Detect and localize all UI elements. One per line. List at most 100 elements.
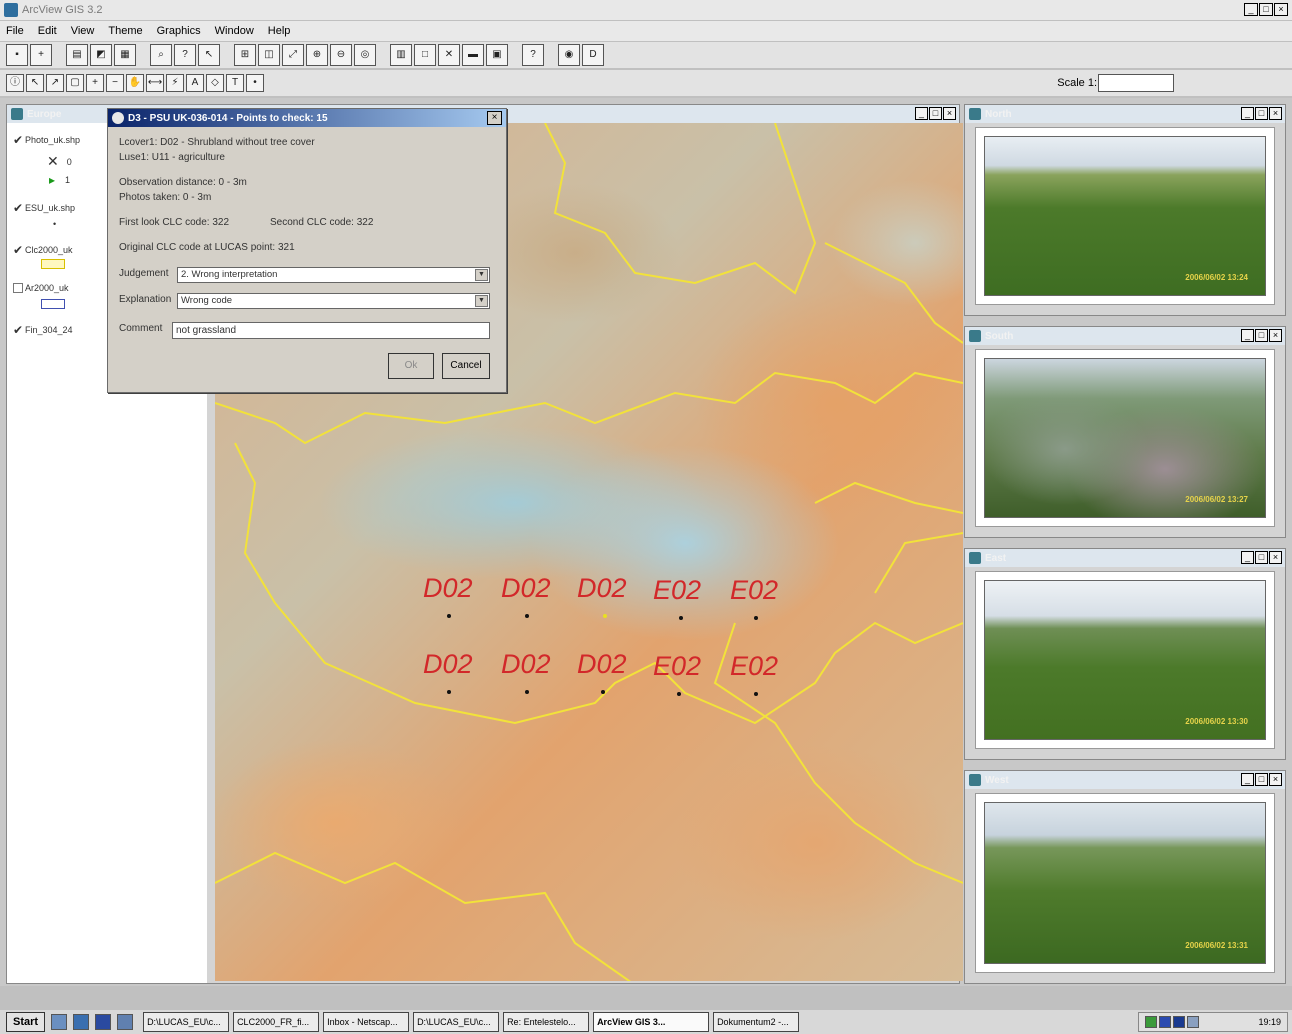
menu-file[interactable]: File [6, 25, 24, 37]
tray-app-icon[interactable] [1145, 1016, 1157, 1028]
taskbar-item[interactable]: Dokumentum2 -... [713, 1012, 800, 1032]
scale-input[interactable] [1098, 74, 1174, 92]
checkbox-checked-icon[interactable]: ✔ [13, 243, 25, 257]
layout-icon[interactable]: ▣ [486, 44, 508, 66]
desktop-icon[interactable] [51, 1014, 68, 1030]
photo-titlebar[interactable]: East [965, 549, 1285, 567]
photo-titlebar[interactable]: West [965, 771, 1285, 789]
taskbar-item[interactable]: D:\LUCAS_EU\c... [143, 1012, 230, 1032]
help-icon[interactable]: ? [522, 44, 544, 66]
delete-icon[interactable]: ✕ [438, 44, 460, 66]
close-icon[interactable]: × [1269, 329, 1282, 342]
minimize-icon[interactable]: _ [1241, 329, 1254, 342]
toc-layer-fin[interactable]: ✔ Fin_304_24 [13, 323, 73, 337]
close-icon[interactable]: × [1274, 3, 1288, 16]
hotlink-icon[interactable]: ⚡ [166, 74, 184, 92]
taskbar-item[interactable]: Re: Entelestelo... [503, 1012, 590, 1032]
measure-icon[interactable]: ⟷ [146, 74, 164, 92]
minimize-icon[interactable]: _ [1241, 551, 1254, 564]
taskbar-item[interactable]: D:\LUCAS_EU\c... [413, 1012, 500, 1032]
close-icon[interactable]: × [1269, 107, 1282, 120]
minimize-icon[interactable]: _ [915, 107, 928, 120]
menu-window[interactable]: Window [215, 25, 254, 37]
taskbar-item[interactable]: Inbox - Netscap... [323, 1012, 410, 1032]
maximize-icon[interactable]: □ [1255, 107, 1268, 120]
checkbox-checked-icon[interactable]: ✔ [13, 323, 25, 337]
select-feature-icon[interactable]: ▢ [66, 74, 84, 92]
tray-app-icon[interactable] [1159, 1016, 1171, 1028]
open-table-icon[interactable]: ▦ [114, 44, 136, 66]
script-icon[interactable]: ◉ [558, 44, 580, 66]
close-icon[interactable]: × [1269, 551, 1282, 564]
add-theme-icon[interactable]: + [30, 44, 52, 66]
menu-theme[interactable]: Theme [108, 25, 142, 37]
select-by-theme-icon[interactable]: ▥ [390, 44, 412, 66]
identify-icon[interactable]: ⓘ [6, 74, 24, 92]
start-button[interactable]: Start [6, 1012, 46, 1032]
theme-properties-icon[interactable]: ▤ [66, 44, 88, 66]
d-button-icon[interactable]: D [582, 44, 604, 66]
locate-address-icon[interactable]: ↖ [198, 44, 220, 66]
minimize-icon[interactable]: _ [1241, 107, 1254, 120]
promote-icon[interactable]: ▬ [462, 44, 484, 66]
browser-icon[interactable] [73, 1014, 90, 1030]
close-icon[interactable]: × [487, 111, 502, 125]
toc-layer-esu[interactable]: ✔ ESU_uk.shp [13, 201, 75, 215]
zoom-out-tool-icon[interactable]: − [106, 74, 124, 92]
photo-titlebar[interactable]: North [965, 105, 1285, 123]
menu-graphics[interactable]: Graphics [157, 25, 201, 37]
pointer-icon[interactable]: ↖ [26, 74, 44, 92]
checkbox-checked-icon[interactable]: ✔ [13, 201, 25, 215]
vertex-edit-icon[interactable]: ↗ [46, 74, 64, 92]
edit-legend-icon[interactable]: ◩ [90, 44, 112, 66]
zoom-selected-icon[interactable]: ⤢ [282, 44, 304, 66]
taskbar-item[interactable]: CLC2000_FR_fi... [233, 1012, 320, 1032]
menu-edit[interactable]: Edit [38, 25, 57, 37]
zoom-in-tool-icon[interactable]: + [86, 74, 104, 92]
menu-help[interactable]: Help [268, 25, 291, 37]
draw-dropdown-icon[interactable]: • [246, 74, 264, 92]
checkbox-unchecked-icon[interactable] [13, 283, 23, 293]
close-icon[interactable]: × [1269, 773, 1282, 786]
toc-layer-clc2000[interactable]: ✔ Clc2000_uk [13, 243, 73, 257]
clear-selection-icon[interactable]: □ [414, 44, 436, 66]
save-icon[interactable]: ▪ [6, 44, 28, 66]
toc-layer-ar2000[interactable]: Ar2000_uk [13, 283, 69, 293]
tray-app-icon[interactable] [1173, 1016, 1185, 1028]
query-icon[interactable]: ? [174, 44, 196, 66]
menu-view[interactable]: View [71, 25, 95, 37]
text-tool-icon[interactable]: T [226, 74, 244, 92]
mail-icon[interactable] [117, 1014, 134, 1030]
app-quicklaunch-icon[interactable] [95, 1014, 112, 1030]
zoom-full-icon[interactable]: ⊞ [234, 44, 256, 66]
label-icon[interactable]: A [186, 74, 204, 92]
photo-titlebar[interactable]: South [965, 327, 1285, 345]
minimize-icon[interactable]: _ [1241, 773, 1254, 786]
ok-button[interactable]: Ok [388, 353, 434, 379]
maximize-icon[interactable]: □ [1255, 551, 1268, 564]
comment-input[interactable]: not grassland [172, 322, 490, 339]
minimize-icon[interactable]: _ [1244, 3, 1258, 16]
zoom-active-icon[interactable]: ◫ [258, 44, 280, 66]
pan-icon[interactable]: ✋ [126, 74, 144, 92]
explanation-select[interactable]: Wrong code ▼ [177, 293, 490, 309]
taskbar-item-active[interactable]: ArcView GIS 3... [593, 1012, 710, 1032]
chevron-down-icon[interactable]: ▼ [475, 295, 488, 307]
maximize-icon[interactable]: □ [1259, 3, 1273, 16]
find-icon[interactable]: ⌕ [150, 44, 172, 66]
tray-app-icon[interactable] [1187, 1016, 1199, 1028]
chevron-down-icon[interactable]: ▼ [475, 269, 488, 281]
dialog-titlebar[interactable]: D3 - PSU UK-036-014 - Points to check: 1… [108, 109, 506, 127]
close-icon[interactable]: × [943, 107, 956, 120]
zoom-previous-icon[interactable]: ◎ [354, 44, 376, 66]
judgement-select[interactable]: 2. Wrong interpretation ▼ [177, 267, 490, 283]
toc-layer-photo[interactable]: ✔ Photo_uk.shp [13, 133, 80, 147]
cancel-button[interactable]: Cancel [442, 353, 490, 379]
zoom-in-icon[interactable]: ⊕ [306, 44, 328, 66]
maximize-icon[interactable]: □ [1255, 773, 1268, 786]
maximize-icon[interactable]: □ [929, 107, 942, 120]
polygon-icon[interactable]: ◇ [206, 74, 224, 92]
maximize-icon[interactable]: □ [1255, 329, 1268, 342]
zoom-out-icon[interactable]: ⊖ [330, 44, 352, 66]
checkbox-checked-icon[interactable]: ✔ [13, 133, 25, 147]
